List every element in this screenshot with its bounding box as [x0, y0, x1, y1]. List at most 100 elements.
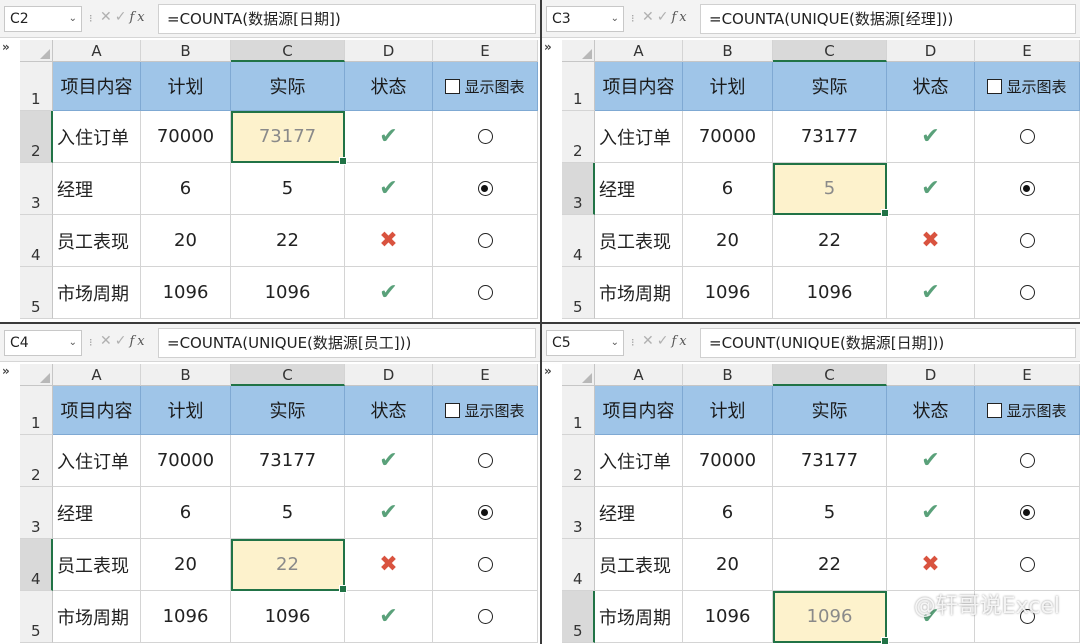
row-header-1[interactable]: 1: [562, 386, 595, 435]
cell-c4[interactable]: 22: [773, 539, 887, 591]
cell-c5[interactable]: 1096: [231, 267, 345, 319]
chevron-down-icon[interactable]: ⌄: [611, 7, 619, 31]
cell-e4[interactable]: [433, 215, 538, 267]
radio-unselected-icon[interactable]: [477, 285, 493, 300]
enter-icon[interactable]: ✓: [115, 333, 130, 349]
cell-a3[interactable]: 经理: [53, 163, 141, 215]
cell-e2[interactable]: [975, 435, 1080, 487]
cell-e3[interactable]: [975, 487, 1080, 539]
cell-d2[interactable]: ✔: [345, 435, 433, 487]
header-cell-show-chart[interactable]: 显示图表: [975, 386, 1080, 435]
collapse-ribbon-icon[interactable]: »: [2, 40, 10, 54]
column-header-c[interactable]: C: [773, 364, 887, 386]
cell-e2[interactable]: [433, 111, 538, 163]
cell-b5[interactable]: 1096: [683, 591, 773, 643]
chevron-down-icon[interactable]: ⌄: [69, 7, 77, 31]
cell-a2[interactable]: 入住订单: [595, 435, 683, 487]
enter-icon[interactable]: ✓: [657, 9, 672, 25]
cell-d2[interactable]: ✔: [887, 435, 975, 487]
column-header-b[interactable]: B: [683, 364, 773, 386]
cell-a5[interactable]: 市场周期: [595, 267, 683, 319]
cell-c5[interactable]: 1096: [773, 267, 887, 319]
cell-c2[interactable]: 73177: [773, 435, 887, 487]
column-header-a[interactable]: A: [595, 40, 683, 62]
row-header-5[interactable]: 5: [562, 267, 595, 319]
cell-d4[interactable]: ✖: [887, 539, 975, 591]
cell-e3[interactable]: [433, 487, 538, 539]
insert-function-icon[interactable]: fx: [129, 334, 147, 349]
cell-c2[interactable]: 73177: [231, 435, 345, 487]
cell-d5[interactable]: ✔: [345, 267, 433, 319]
cell-b3[interactable]: 6: [683, 163, 773, 215]
cell-c3[interactable]: 5: [231, 163, 345, 215]
radio-unselected-icon[interactable]: [477, 129, 493, 144]
cell-e2[interactable]: [975, 111, 1080, 163]
cell-e5[interactable]: [975, 267, 1080, 319]
cell-d3[interactable]: ✔: [345, 163, 433, 215]
cell-b3[interactable]: 6: [683, 487, 773, 539]
cell-a5[interactable]: 市场周期: [53, 591, 141, 643]
column-header-e[interactable]: E: [433, 364, 538, 386]
cell-e5[interactable]: [433, 591, 538, 643]
checkbox-icon[interactable]: [987, 78, 1003, 94]
cell-d4[interactable]: ✖: [345, 539, 433, 591]
cell-d3[interactable]: ✔: [887, 163, 975, 215]
row-header-4[interactable]: 4: [20, 539, 53, 591]
formula-input[interactable]: =COUNT(UNIQUE(数据源[日期])): [700, 328, 1076, 358]
column-header-b[interactable]: B: [141, 40, 231, 62]
radio-selected-icon[interactable]: [1019, 181, 1035, 196]
radio-selected-icon[interactable]: [477, 181, 493, 196]
cancel-icon[interactable]: ✕: [642, 333, 657, 349]
select-all-corner[interactable]: [20, 364, 53, 386]
cell-a2[interactable]: 入住订单: [53, 435, 141, 487]
show-chart-checkbox[interactable]: 显示图表: [445, 76, 525, 97]
cell-d5[interactable]: ✔: [887, 267, 975, 319]
cell-a2[interactable]: 入住订单: [595, 111, 683, 163]
cell-b4[interactable]: 20: [683, 215, 773, 267]
column-header-c[interactable]: C: [231, 40, 345, 62]
cell-b2[interactable]: 70000: [683, 111, 773, 163]
name-box[interactable]: C5 ⌄: [546, 330, 624, 356]
cell-a4[interactable]: 员工表现: [53, 215, 141, 267]
name-box[interactable]: C2 ⌄: [4, 6, 82, 32]
cell-d2[interactable]: ✔: [887, 111, 975, 163]
select-all-corner[interactable]: [562, 40, 595, 62]
name-box[interactable]: C4 ⌄: [4, 330, 82, 356]
radio-unselected-icon[interactable]: [1019, 557, 1035, 572]
cell-e3[interactable]: [975, 163, 1080, 215]
row-header-1[interactable]: 1: [20, 62, 53, 111]
column-header-a[interactable]: A: [53, 40, 141, 62]
collapse-ribbon-icon[interactable]: »: [544, 40, 552, 54]
row-header-4[interactable]: 4: [562, 539, 595, 591]
cell-d5[interactable]: ✔: [345, 591, 433, 643]
column-header-e[interactable]: E: [433, 40, 538, 62]
radio-unselected-icon[interactable]: [477, 233, 493, 248]
cell-d2[interactable]: ✔: [345, 111, 433, 163]
row-header-3[interactable]: 3: [562, 163, 595, 215]
column-header-c[interactable]: C: [231, 364, 345, 386]
column-header-a[interactable]: A: [595, 364, 683, 386]
cell-e5[interactable]: [433, 267, 538, 319]
cell-b2[interactable]: 70000: [141, 111, 231, 163]
cell-b2[interactable]: 70000: [683, 435, 773, 487]
column-header-e[interactable]: E: [975, 40, 1080, 62]
cell-b4[interactable]: 20: [141, 539, 231, 591]
row-header-2[interactable]: 2: [20, 111, 53, 163]
cell-a4[interactable]: 员工表现: [595, 215, 683, 267]
show-chart-checkbox[interactable]: 显示图表: [987, 400, 1067, 421]
formula-input[interactable]: =COUNTA(UNIQUE(数据源[员工])): [158, 328, 536, 358]
cell-c4[interactable]: 22: [231, 539, 347, 593]
column-header-d[interactable]: D: [345, 364, 433, 386]
cell-b3[interactable]: 6: [141, 487, 231, 539]
radio-selected-icon[interactable]: [477, 505, 493, 520]
cell-a5[interactable]: 市场周期: [595, 591, 683, 643]
enter-icon[interactable]: ✓: [657, 333, 672, 349]
name-box[interactable]: C3 ⌄: [546, 6, 624, 32]
cell-b5[interactable]: 1096: [141, 267, 231, 319]
row-header-2[interactable]: 2: [562, 111, 595, 163]
radio-unselected-icon[interactable]: [1019, 453, 1035, 468]
cell-d3[interactable]: ✔: [345, 487, 433, 539]
insert-function-icon[interactable]: fx: [129, 10, 147, 25]
cell-d3[interactable]: ✔: [887, 487, 975, 539]
cell-a3[interactable]: 经理: [595, 163, 683, 215]
